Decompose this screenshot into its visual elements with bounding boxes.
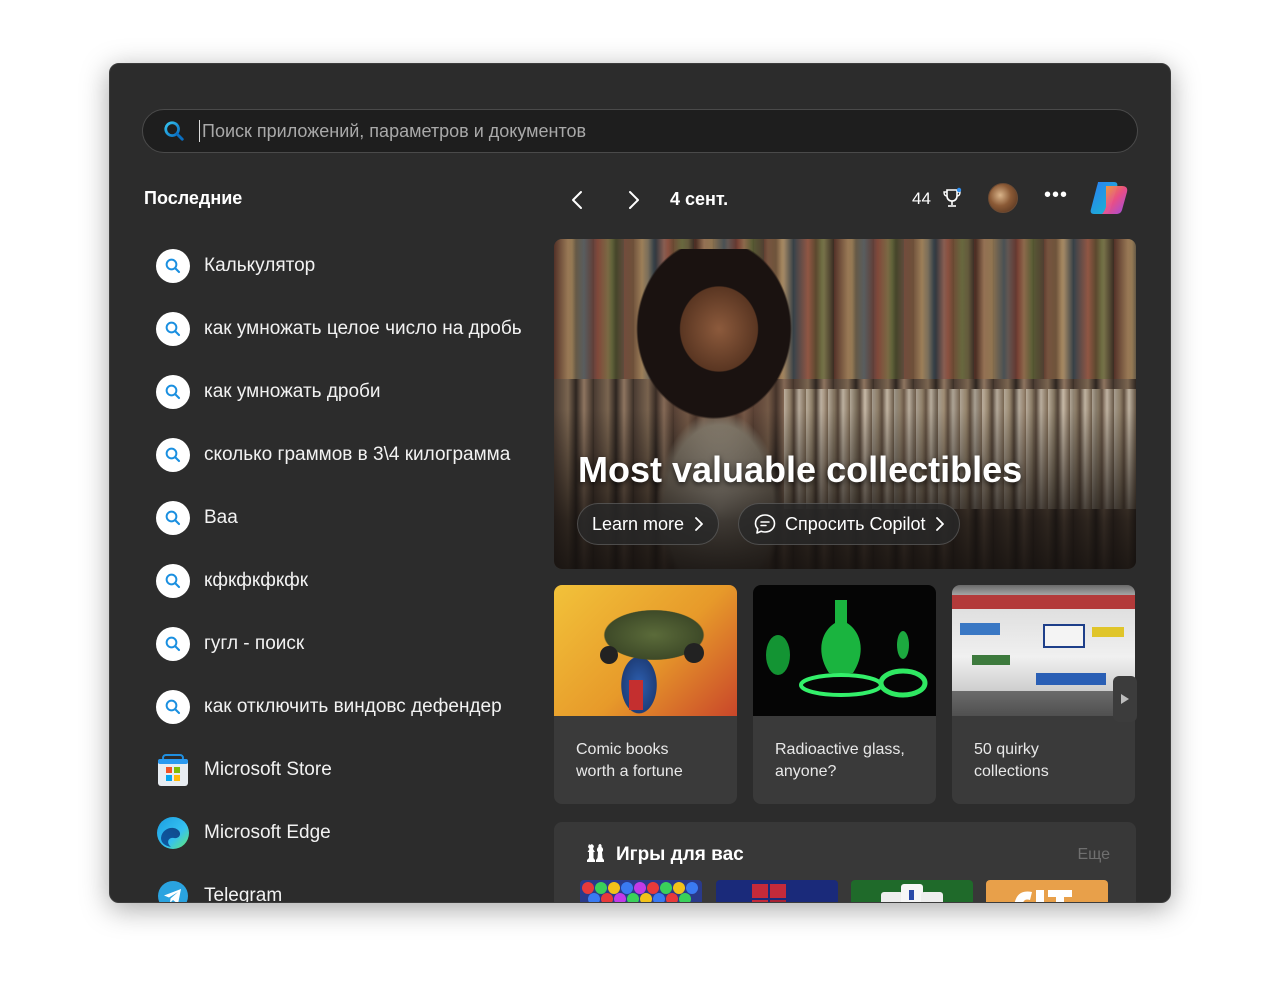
copilot-icon[interactable] <box>1088 178 1130 218</box>
ask-copilot-button[interactable]: Спросить Copilot <box>738 503 961 545</box>
recent-list: Калькулятор как умножать целое число на … <box>156 234 536 903</box>
quirky-collections-image <box>952 585 1135 716</box>
recent-item-label: как умножать целое число на дробь <box>204 317 522 339</box>
search-bar[interactable] <box>142 109 1138 153</box>
recent-item-label: Microsoft Edge <box>204 821 331 843</box>
recent-item-calculator[interactable]: Калькулятор <box>156 234 536 297</box>
next-icon[interactable] <box>619 186 647 214</box>
user-avatar[interactable] <box>988 183 1018 213</box>
recent-item-label: Калькулятор <box>204 254 316 276</box>
game-thumbnail <box>851 880 973 902</box>
start-menu-panel: Последние Калькулятор как умножать целое… <box>109 63 1171 903</box>
news-card-radioactive-glass[interactable]: Radioactive glass, anyone? <box>753 585 936 804</box>
chevron-right-icon <box>936 517 945 531</box>
recent-item-label: Ваа <box>204 506 238 528</box>
search-icon <box>156 626 190 661</box>
games-more-link[interactable]: Еще <box>1077 846 1110 864</box>
search-icon <box>156 689 190 724</box>
card-title-line: Radioactive glass, <box>775 741 905 758</box>
search-icon <box>156 437 190 472</box>
recent-item-search[interactable]: Ваа <box>156 486 536 549</box>
search-icon <box>156 563 190 598</box>
recent-item-label: как умножать дроби <box>204 380 381 402</box>
search-icon <box>156 374 190 409</box>
game-thumbnail <box>716 880 838 902</box>
chevron-right-icon <box>695 517 703 531</box>
search-icon <box>156 500 190 535</box>
search-input[interactable] <box>202 120 1137 142</box>
trophy-icon[interactable] <box>940 186 964 210</box>
learn-more-button[interactable]: Learn more <box>577 503 720 545</box>
comic-books-image <box>554 585 737 716</box>
hero-card[interactable]: Most valuable collectibles Learn more Сп… <box>554 239 1136 569</box>
game-tile-blocks[interactable] <box>716 880 838 902</box>
search-icon <box>164 121 184 141</box>
recent-section-title: Последние <box>144 188 243 208</box>
learn-more-label: Learn more <box>592 513 685 534</box>
hero-title: Most valuable collectibles <box>578 449 1023 490</box>
game-thumbnail <box>986 880 1108 902</box>
radioactive-glass-image <box>753 585 936 716</box>
search-icon <box>156 248 190 283</box>
rewards-points[interactable]: 44 <box>912 189 931 209</box>
game-thumbnail <box>580 880 702 902</box>
recent-item-label: кфкфкфкфк <box>204 569 309 591</box>
recent-item-label: Microsoft Store <box>204 758 332 780</box>
recent-item-search[interactable]: как отключить виндовс дефендер <box>156 675 536 738</box>
card-title-line: collections <box>974 763 1049 780</box>
game-tile-word[interactable] <box>986 880 1108 902</box>
recent-item-label: как отключить виндовс дефендер <box>204 695 502 717</box>
card-text: 50 quirky collections <box>974 739 1123 783</box>
card-text: Radioactive glass, anyone? <box>775 739 924 783</box>
previous-icon[interactable] <box>564 186 592 214</box>
feed-date: 4 сент. <box>670 189 729 209</box>
recent-item-label: сколько граммов в 3\4 килограмма <box>204 443 511 465</box>
card-title-line: 50 quirky <box>974 741 1039 758</box>
news-card-comic-books[interactable]: Comic books worth a fortune <box>554 585 737 804</box>
game-tile-bubbles[interactable] <box>580 880 702 902</box>
recent-item-label: гугл - поиск <box>204 632 305 654</box>
recent-item-microsoft-store[interactable]: Microsoft Store <box>156 738 536 801</box>
play-arrow-icon <box>1121 694 1129 704</box>
recent-item-search[interactable]: гугл - поиск <box>156 612 536 675</box>
chat-bubble-icon <box>754 514 776 534</box>
recent-item-search[interactable]: кфкфкфкфк <box>156 549 536 612</box>
games-section: Игры для вас Еще <box>554 822 1136 902</box>
recent-item-search[interactable]: как умножать дроби <box>156 360 536 423</box>
search-icon <box>156 311 190 346</box>
cards-next-button[interactable] <box>1113 676 1137 722</box>
recent-item-telegram[interactable]: Telegram <box>156 864 536 903</box>
card-title-line: anyone? <box>775 763 837 780</box>
recent-item-label: Telegram <box>204 884 283 903</box>
microsoft-edge-icon <box>156 816 190 850</box>
chess-pieces-icon <box>587 844 604 862</box>
game-tile-mahjong[interactable] <box>851 880 973 902</box>
card-title-line: worth a fortune <box>576 763 683 780</box>
telegram-icon <box>156 879 190 902</box>
recent-item-search[interactable]: сколько граммов в 3\4 килограмма <box>156 423 536 486</box>
text-caret <box>199 120 200 142</box>
ask-copilot-label: Спросить Copilot <box>785 513 926 534</box>
games-title: Игры для вас <box>616 844 744 865</box>
card-title-line: Comic books <box>576 741 669 758</box>
recent-item-search[interactable]: как умножать целое число на дробь <box>156 297 536 360</box>
microsoft-store-icon <box>156 753 190 787</box>
news-card-quirky-collections[interactable]: 50 quirky collections <box>952 585 1135 804</box>
more-options-icon[interactable]: ••• <box>1044 184 1068 207</box>
recent-item-microsoft-edge[interactable]: Microsoft Edge <box>156 801 536 864</box>
card-text: Comic books worth a fortune <box>576 739 725 783</box>
